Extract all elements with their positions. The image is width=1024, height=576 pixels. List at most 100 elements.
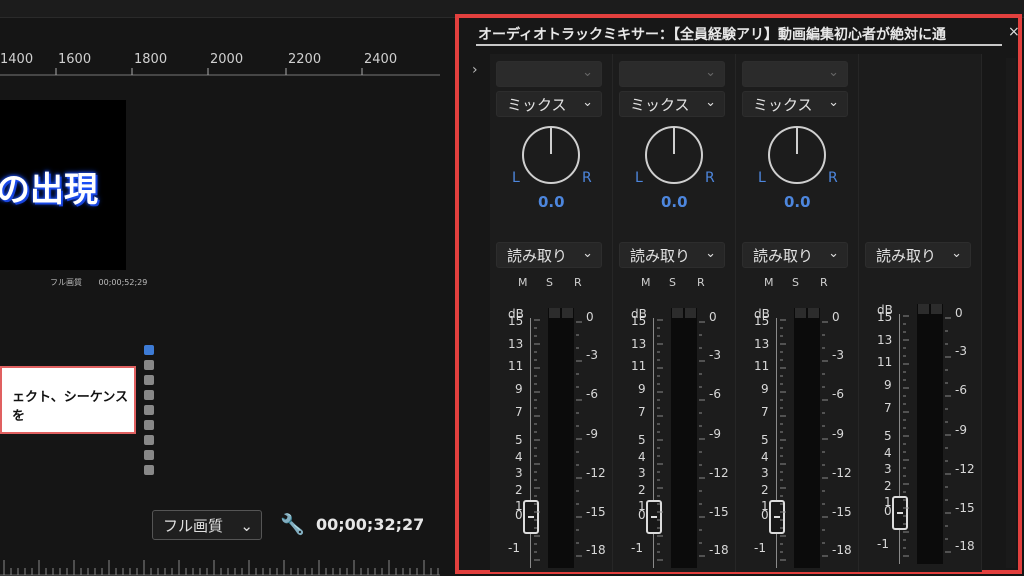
db-tick-label: 7 bbox=[761, 405, 769, 419]
hand-icon[interactable] bbox=[144, 450, 154, 460]
chevron-down-icon: ⌄ bbox=[582, 95, 593, 110]
solo-button[interactable]: S bbox=[546, 276, 553, 289]
ripple-edit-icon[interactable] bbox=[144, 375, 154, 385]
db-tick-label: -1 bbox=[754, 541, 766, 555]
pan-right-label: R bbox=[828, 170, 838, 186]
automation-mode-dropdown[interactable]: 読み取り ⌄ bbox=[742, 242, 848, 268]
db-tick-label: -15 bbox=[586, 505, 606, 519]
fader-ticks bbox=[657, 319, 663, 561]
pen-icon[interactable] bbox=[144, 420, 154, 430]
automation-mode-dropdown[interactable]: 読み取り ⌄ bbox=[619, 242, 725, 268]
panel-scrollbar[interactable] bbox=[163, 78, 179, 308]
db-tick-label: 0 bbox=[832, 310, 840, 324]
level-meter bbox=[671, 308, 697, 568]
db-tick-label: -3 bbox=[832, 348, 844, 362]
mix-mode-dropdown[interactable]: ミックス ⌄ bbox=[619, 91, 725, 117]
mute-button[interactable]: M bbox=[518, 276, 528, 289]
db-tick-label: -15 bbox=[709, 505, 729, 519]
db-tick-label: 5 bbox=[515, 433, 523, 447]
knob-indicator bbox=[796, 128, 798, 154]
peak-indicator[interactable] bbox=[685, 308, 696, 318]
record-button[interactable]: R bbox=[697, 276, 705, 289]
db-tick-label: -6 bbox=[586, 387, 598, 401]
timeline-ruler[interactable]: 1400 1600 1800 2000 2200 2400 bbox=[0, 52, 440, 76]
effect-slot-dropdown[interactable]: ⌄ bbox=[496, 61, 602, 87]
automation-mode-dropdown[interactable]: 読み取り ⌄ bbox=[865, 242, 971, 268]
peak-indicator[interactable] bbox=[562, 308, 573, 318]
db-tick-label: 4 bbox=[884, 446, 892, 460]
mix-mode-dropdown[interactable]: ミックス ⌄ bbox=[496, 91, 602, 117]
ruler-label: 2400 bbox=[364, 52, 398, 67]
chevron-down-icon: ⌄ bbox=[582, 65, 593, 80]
record-button[interactable]: R bbox=[820, 276, 828, 289]
automation-label: 読み取り bbox=[753, 247, 814, 265]
selection-tool-icon[interactable] bbox=[144, 345, 154, 355]
close-icon[interactable]: × bbox=[1008, 24, 1020, 40]
bottom-time-ruler[interactable] bbox=[0, 556, 440, 576]
expand-effects-icon[interactable]: › bbox=[472, 62, 478, 78]
pan-value[interactable]: 0.0 bbox=[784, 193, 811, 211]
db-tick-label: 13 bbox=[508, 337, 524, 351]
effect-slot-dropdown[interactable]: ⌄ bbox=[619, 61, 725, 87]
automation-mode-dropdown[interactable]: 読み取り ⌄ bbox=[496, 242, 602, 268]
solo-button[interactable]: S bbox=[792, 276, 799, 289]
peak-indicator[interactable] bbox=[918, 304, 929, 314]
db-tick-label: 15 bbox=[631, 314, 647, 328]
db-tick-label: 4 bbox=[515, 450, 523, 464]
db-tick-label: 5 bbox=[884, 429, 892, 443]
quality-label: フル画質 bbox=[163, 517, 224, 535]
mix-mode-label: ミックス bbox=[507, 96, 567, 114]
db-tick-label: 5 bbox=[638, 433, 646, 447]
db-tick-label: -18 bbox=[832, 543, 852, 557]
mix-mode-label: ミックス bbox=[753, 96, 813, 114]
peak-indicator[interactable] bbox=[808, 308, 819, 318]
db-tick-label: 2 bbox=[761, 483, 769, 497]
slip-icon[interactable] bbox=[144, 405, 154, 415]
wrench-icon[interactable]: 🔧 bbox=[280, 512, 305, 536]
tooltip: ェクト、シーケンスを bbox=[0, 366, 136, 434]
type-icon[interactable] bbox=[144, 465, 154, 475]
pan-knob[interactable] bbox=[522, 126, 580, 184]
fader-ticks bbox=[780, 319, 786, 561]
mini-quality[interactable]: フル画質 bbox=[50, 278, 82, 287]
program-title-text: の出現 bbox=[0, 170, 98, 210]
playback-quality-dropdown[interactable]: フル画質 ⌄ bbox=[152, 510, 262, 540]
chevron-down-icon: ⌄ bbox=[951, 246, 962, 261]
track-select-icon[interactable] bbox=[144, 360, 154, 370]
tooltip-text: ェクト、シーケンスを bbox=[12, 390, 129, 424]
meter-ticks bbox=[576, 321, 582, 557]
peak-indicator[interactable] bbox=[795, 308, 806, 318]
effect-slot-dropdown[interactable]: ⌄ bbox=[742, 61, 848, 87]
db-tick-label: 7 bbox=[515, 405, 523, 419]
chevron-down-icon: ⌄ bbox=[828, 65, 839, 80]
pan-value[interactable]: 0.0 bbox=[661, 193, 688, 211]
mute-button[interactable]: M bbox=[641, 276, 651, 289]
db-tick-label: -1 bbox=[877, 537, 889, 551]
pan-value[interactable]: 0.0 bbox=[538, 193, 565, 211]
mixer-tab-title[interactable]: オーディオトラックミキサー：【全員経験アリ】動画編集初心者が絶対に通 bbox=[478, 24, 946, 44]
mixer-scrollbar[interactable] bbox=[1006, 58, 1016, 568]
db-tick-label: 15 bbox=[508, 314, 524, 328]
level-meter bbox=[548, 308, 574, 568]
db-tick-label: -9 bbox=[832, 427, 844, 441]
peak-indicator[interactable] bbox=[672, 308, 683, 318]
meter-ticks bbox=[699, 321, 705, 557]
program-monitor[interactable]: の出現 bbox=[0, 100, 126, 270]
db-tick-label: 11 bbox=[754, 359, 770, 373]
mute-button[interactable]: M bbox=[764, 276, 774, 289]
peak-indicator[interactable] bbox=[549, 308, 560, 318]
chevron-down-icon: ⌄ bbox=[582, 246, 593, 261]
pan-knob[interactable] bbox=[768, 126, 826, 184]
db-tick-label: -3 bbox=[709, 348, 721, 362]
db-tick-label: -15 bbox=[955, 501, 975, 515]
fader-ticks bbox=[534, 319, 540, 561]
rectangle-icon[interactable] bbox=[144, 435, 154, 445]
pan-knob[interactable] bbox=[645, 126, 703, 184]
solo-button[interactable]: S bbox=[669, 276, 676, 289]
db-tick-label: -6 bbox=[709, 387, 721, 401]
mix-mode-dropdown[interactable]: ミックス ⌄ bbox=[742, 91, 848, 117]
timecode-display[interactable]: 00;00;32;27 bbox=[316, 515, 424, 534]
peak-indicator[interactable] bbox=[931, 304, 942, 314]
razor-icon[interactable] bbox=[144, 390, 154, 400]
record-button[interactable]: R bbox=[574, 276, 582, 289]
